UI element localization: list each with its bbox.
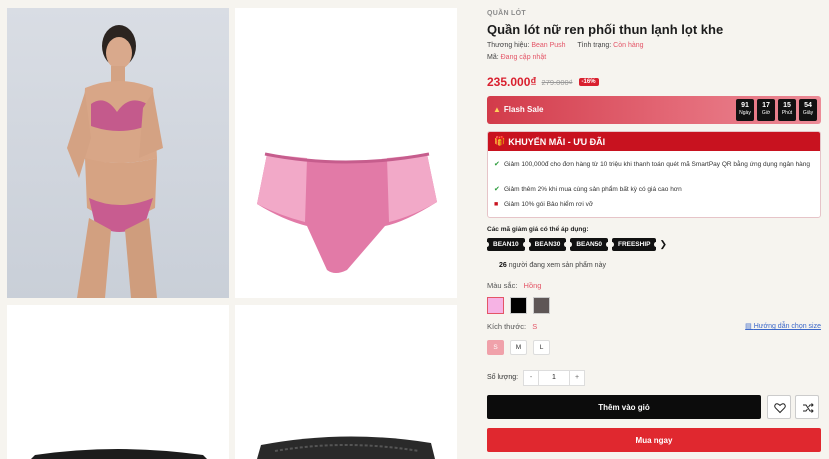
timer-minutes: 15 Phút (778, 99, 796, 121)
gift-icon: ■ (494, 201, 499, 208)
timer-days: 91 Ngày (736, 99, 754, 121)
brand-label: Thương hiệu: (487, 42, 530, 49)
shuffle-icon (803, 403, 814, 413)
product-title: Quần lót nữ ren phối thun lạnh lọt khe (487, 22, 724, 37)
ruler-icon: ▤ (745, 323, 754, 330)
status-label: Tình trạng: (577, 42, 612, 49)
product-sku: Mã: Đang cập nhật (487, 54, 546, 61)
viewer-count: 26 người đang xem sản phẩm này (499, 262, 606, 269)
product-info: QUẦN LÓT Quần lót nữ ren phối thun lạnh … (485, 0, 821, 459)
model-image (67, 25, 163, 298)
product-photo-lace[interactable] (235, 305, 457, 459)
sku-label: Mã: (487, 54, 499, 61)
product-gallery (0, 0, 470, 459)
size-options: S M L (487, 340, 550, 355)
flash-sale-banner: ▲ Flash Sale 91 Ngày 17 Giờ 15 Phút 54 Giây (487, 96, 821, 124)
promo-item: ✔ Giảm thêm 2% khi mua cùng sản phẩm bất… (494, 186, 682, 193)
product-category[interactable]: QUẦN LÓT (487, 10, 526, 17)
timer-seconds: 54 Giây (799, 99, 817, 121)
quantity-stepper: - 1 + (523, 370, 585, 386)
coupon-list: BEAN10 BEAN30 BEAN50 FREESHIP ❯ (485, 238, 667, 251)
product-photo-black[interactable] (7, 305, 229, 459)
quantity-label: Số lượng: (487, 374, 519, 381)
wishlist-button[interactable] (767, 395, 791, 419)
buy-now-button[interactable]: Mua ngay (487, 428, 821, 452)
chevron-right-icon[interactable]: ❯ (659, 239, 667, 250)
current-price: 235.000₫ (487, 75, 537, 89)
coupon-label: Các mã giảm giá có thể áp dụng: (487, 226, 589, 233)
color-label-row: Màu sắc: Hồng (487, 281, 541, 290)
swatch-black[interactable] (510, 297, 527, 314)
coupon-code[interactable]: BEAN50 (568, 238, 610, 251)
sku-value: Đang cập nhật (500, 54, 547, 61)
promo-item: ■ Giảm 10% gói Bảo hiểm rơi vỡ (494, 201, 594, 208)
viewer-text: người đang xem sản phẩm này (508, 262, 606, 269)
panty-lace-image (257, 436, 435, 459)
promo-box: 🎁 KHUYẾN MÃI - ƯU ĐÃI ✔ Giảm 100,000đ ch… (487, 131, 821, 218)
heart-icon (774, 403, 786, 414)
price-row: 235.000₫ 279.000₫ -16% (487, 74, 599, 90)
discount-badge: -16% (578, 78, 599, 86)
quantity-minus-button[interactable]: - (523, 370, 539, 386)
check-icon: ✔ (494, 186, 500, 193)
size-option-m[interactable]: M (510, 340, 527, 355)
promo-heading: KHUYẾN MÃI - ƯU ĐÃI (508, 136, 606, 147)
add-to-cart-button[interactable]: Thêm vào giỏ (487, 395, 761, 419)
old-price: 279.000₫ (541, 77, 573, 87)
coupon-code[interactable]: BEAN30 (526, 238, 568, 251)
viewer-number: 26 (499, 262, 507, 269)
panty-image (257, 152, 437, 273)
promo-item: ✔ Giảm 100,000đ cho đơn hàng từ 10 triệu… (494, 161, 811, 168)
swatch-pink[interactable] (487, 297, 504, 314)
flash-sale-label: Flash Sale (503, 105, 544, 114)
status-value: Còn hàng (613, 42, 644, 49)
size-label: Kích thước: (487, 322, 527, 331)
color-label: Màu sắc: (487, 281, 518, 290)
product-meta: Thương hiệu: Bean Push Tình trạng: Còn h… (487, 42, 644, 49)
size-option-s[interactable]: S (487, 340, 504, 355)
size-label-row: Kích thước: S (487, 322, 537, 331)
brand-value[interactable]: Bean Push (531, 42, 565, 49)
swatch-gray[interactable] (533, 297, 550, 314)
timer-hours: 17 Giờ (757, 99, 775, 121)
size-selected: S (532, 322, 538, 331)
product-photo-model[interactable] (7, 8, 229, 298)
fire-icon: ▲ (493, 105, 501, 114)
panty-black-image (31, 449, 207, 459)
coupon-code[interactable]: BEAN10 (485, 238, 527, 251)
product-photo-front[interactable] (235, 8, 457, 298)
promo-header: 🎁 KHUYẾN MÃI - ƯU ĐÃI (488, 132, 820, 151)
color-selected: Hồng (523, 281, 542, 290)
coupon-code[interactable]: FREESHIP (609, 238, 658, 251)
compare-button[interactable] (795, 395, 819, 419)
size-option-l[interactable]: L (533, 340, 550, 355)
quantity-plus-button[interactable]: + (569, 370, 585, 386)
color-swatches (487, 297, 550, 314)
check-icon: ✔ (494, 161, 500, 168)
quantity-input[interactable]: 1 (539, 370, 569, 386)
countdown-timer: 91 Ngày 17 Giờ 15 Phút 54 Giây (736, 99, 817, 121)
gift-icon: 🎁 (494, 136, 506, 146)
size-guide-link[interactable]: ▤ Hướng dẫn chọn size (745, 322, 821, 330)
